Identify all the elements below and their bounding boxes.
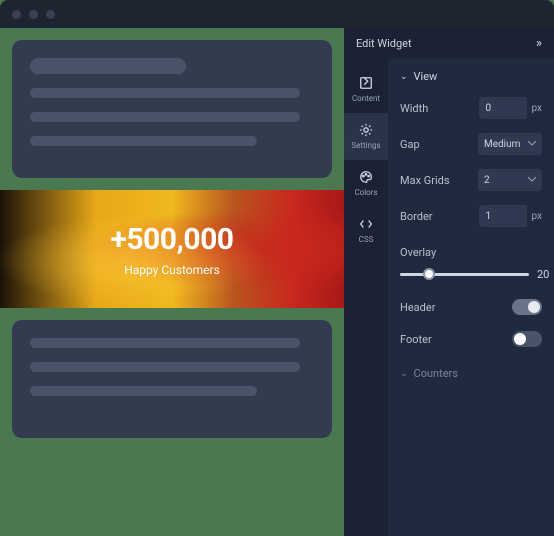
gap-select[interactable]: Medium (478, 133, 542, 155)
placeholder-card-top (12, 40, 332, 178)
code-icon (359, 217, 373, 231)
gap-label: Gap (400, 138, 420, 151)
placeholder-line (30, 386, 257, 396)
section-view-label: View (414, 70, 438, 83)
field-overlay: Overlay 20 (400, 241, 542, 281)
field-max-grids: Max Grids 2 (400, 169, 542, 191)
palette-icon (359, 170, 373, 184)
header-label: Header (400, 301, 435, 314)
field-gap: Gap Medium (400, 133, 542, 155)
overlay-value: 20 (537, 268, 549, 281)
placeholder-line (30, 58, 186, 74)
tab-colors[interactable]: Colors (344, 160, 388, 207)
edit-icon (359, 76, 373, 90)
tab-colors-label: Colors (354, 188, 377, 197)
width-input[interactable] (479, 97, 527, 119)
placeholder-line (30, 362, 300, 372)
chevron-right-icon: ⌄ (400, 369, 408, 379)
footer-label: Footer (400, 333, 432, 346)
field-border: Border px (400, 205, 542, 227)
max-grids-select[interactable]: 2 (478, 169, 542, 191)
window-titlebar (0, 0, 554, 28)
tab-settings[interactable]: Settings (344, 113, 388, 160)
width-unit: px (531, 103, 542, 114)
edit-widget-panel: Edit Widget » Content Settings Colors CS… (344, 28, 554, 536)
preview-canvas: +500,000 Happy Customers (0, 28, 344, 536)
hero-subtitle: Happy Customers (110, 263, 233, 277)
panel-side-tabs: Content Settings Colors CSS (344, 58, 388, 254)
hero-counter: +500,000 (110, 222, 233, 257)
tab-css-label: CSS (359, 235, 374, 244)
placeholder-line (30, 136, 257, 146)
placeholder-line (30, 112, 300, 122)
field-header: Header (400, 299, 542, 315)
border-unit: px (531, 211, 542, 222)
gear-icon (359, 123, 373, 137)
tab-settings-label: Settings (351, 141, 380, 150)
traffic-light-close[interactable] (12, 10, 21, 19)
placeholder-card-bottom (12, 320, 332, 438)
field-footer: Footer (400, 331, 542, 347)
overlay-slider[interactable] (400, 273, 529, 276)
border-input[interactable] (479, 205, 527, 227)
footer-toggle[interactable] (512, 331, 542, 347)
section-counters-header[interactable]: ⌄ Counters (400, 367, 542, 380)
collapse-panel-icon[interactable]: » (536, 36, 542, 51)
tab-content[interactable]: Content (344, 66, 388, 113)
header-toggle[interactable] (512, 299, 542, 315)
field-width: Width px (400, 97, 542, 119)
panel-title: Edit Widget (356, 37, 412, 50)
section-counters-label: Counters (414, 367, 458, 380)
chevron-down-icon: ⌄ (400, 72, 408, 82)
panel-body: ⌄ View Width px Gap Medium Max Grids (388, 58, 554, 536)
max-grids-label: Max Grids (400, 174, 450, 187)
tab-content-label: Content (352, 94, 380, 103)
section-view-header[interactable]: ⌄ View (400, 70, 542, 83)
panel-header: Edit Widget » (344, 28, 554, 58)
overlay-label: Overlay (400, 246, 436, 259)
width-label: Width (400, 102, 428, 115)
border-label: Border (400, 210, 433, 223)
traffic-light-max[interactable] (46, 10, 55, 19)
hero-widget[interactable]: +500,000 Happy Customers (0, 190, 344, 308)
placeholder-line (30, 338, 300, 348)
placeholder-line (30, 88, 300, 98)
traffic-light-min[interactable] (29, 10, 38, 19)
tab-css[interactable]: CSS (344, 207, 388, 254)
